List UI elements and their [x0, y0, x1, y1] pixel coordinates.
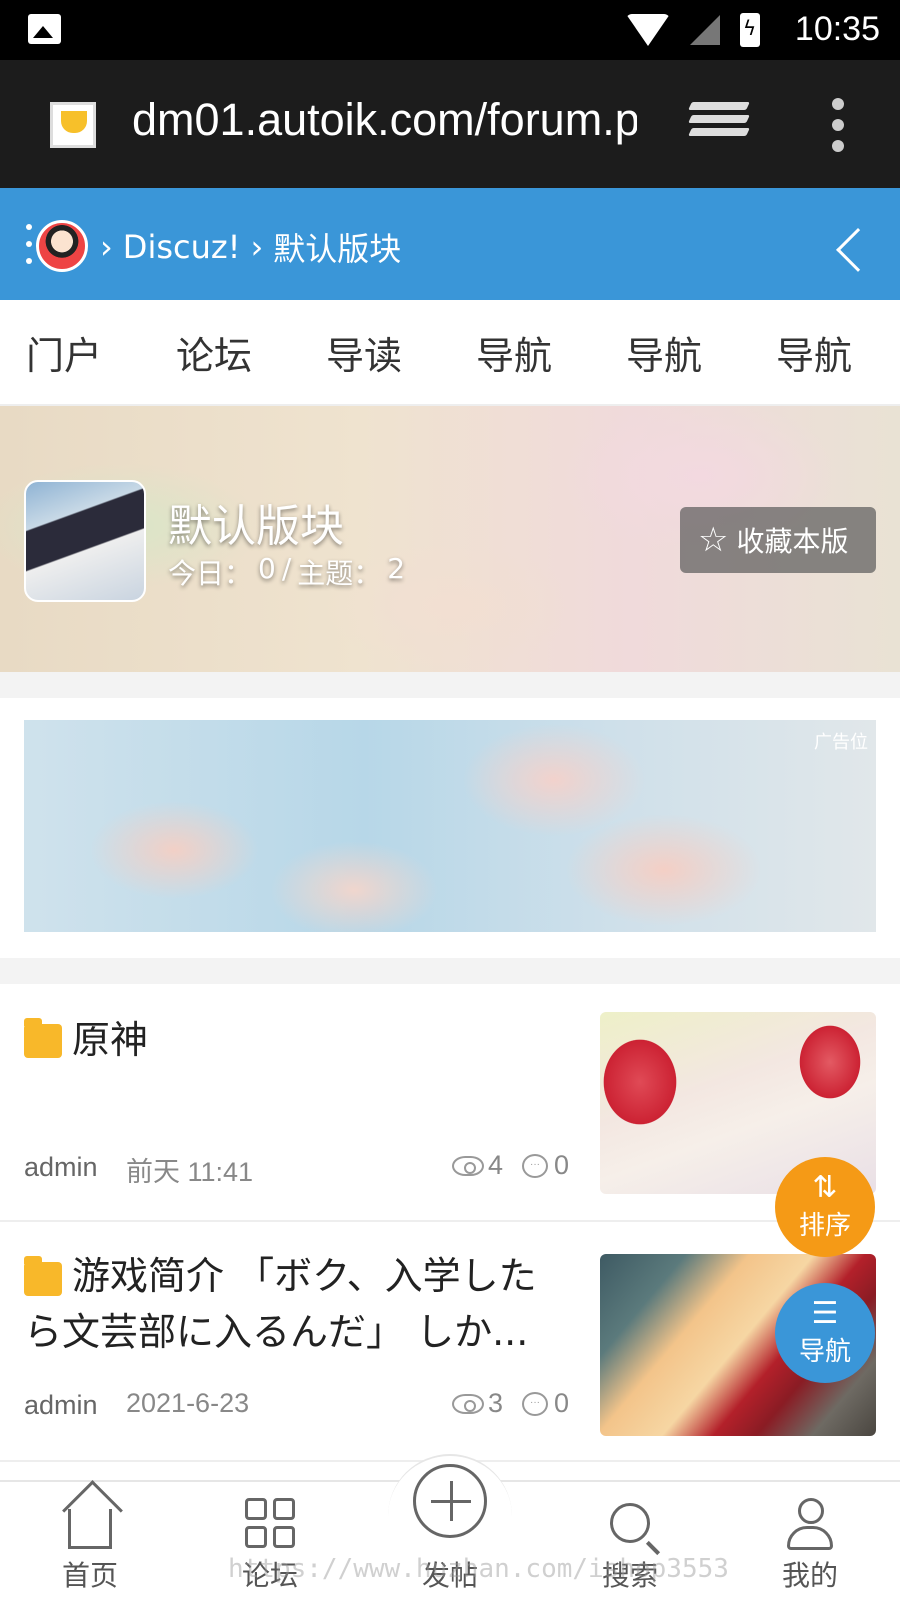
breadcrumb: › Discuz! › 默认版块 [100, 224, 401, 270]
url-field[interactable]: dm01.autoik.com/forum.php [132, 94, 637, 146]
stats-divider: / [281, 552, 292, 585]
today-value: 0 [258, 552, 276, 585]
tab-home-label: 首页 [61, 1559, 118, 1592]
favorite-label: 收藏本版 [736, 525, 849, 558]
threads-value: 2 [387, 552, 406, 585]
views-count: 4 [488, 1150, 504, 1180]
sort-arrows-icon: ⇅ [812, 1169, 838, 1205]
sort-label: 排序 [798, 1210, 851, 1241]
sort-button[interactable]: ⇅ 排序 [775, 1157, 875, 1257]
tab-forum[interactable]: 论坛 [150, 325, 300, 380]
breadcrumb-forum[interactable]: 默认版块 [273, 224, 401, 270]
nav-label: 导航 [798, 1336, 851, 1367]
tabs-icon[interactable] [688, 102, 750, 146]
home-icon [68, 1509, 112, 1549]
forum-header: › Discuz! › 默认版块 [0, 188, 900, 300]
overflow-menu-icon[interactable] [832, 98, 846, 152]
thread-views: 4 [452, 1150, 503, 1181]
thread-author[interactable]: admin [24, 1390, 98, 1421]
eye-icon [452, 1155, 484, 1176]
tab-mine[interactable]: 我的 [750, 1494, 870, 1594]
top-nav: 门户 论坛 导读 导航 导航 导航 [0, 300, 900, 406]
status-bar: 10:35 [0, 0, 900, 60]
thread-title[interactable]: 原神 [24, 1012, 572, 1068]
divider [0, 958, 900, 984]
thread-views: 3 [452, 1388, 503, 1419]
browser-toolbar: dm01.autoik.com/forum.php [0, 60, 900, 188]
table-row[interactable]: 原神 admin 前天 11:41 4 ··· 0 [0, 984, 900, 1222]
hamburger-icon: ☰ [811, 1295, 839, 1331]
thread-author[interactable]: admin [24, 1152, 98, 1183]
star-icon: ☆ [698, 520, 729, 560]
table-row[interactable]: 游戏简介 「ボク、入学したら文芸部に入るんだ」 しか... admin 2021… [0, 1222, 900, 1462]
thread-replies: ··· 0 [522, 1388, 569, 1419]
thread-replies: ··· 0 [522, 1150, 569, 1181]
replies-count: 0 [554, 1388, 570, 1418]
ad-banner[interactable]: 广告位 [24, 720, 876, 932]
thread-date: 前天 11:41 [126, 1157, 254, 1187]
tab-home[interactable]: 首页 [30, 1494, 150, 1594]
forum-icon [24, 480, 146, 602]
wifi-icon [626, 14, 670, 46]
tab-nav-3[interactable]: 导航 [750, 325, 900, 380]
thread-title[interactable]: 游戏简介 「ボク、入学したら文芸部に入るんだ」 しか... [24, 1248, 572, 1360]
breadcrumb-separator: › [250, 228, 264, 266]
tab-guide[interactable]: 导读 [300, 325, 450, 380]
watermark: https://www.huzhan.com/ishop3553 [228, 1554, 729, 1584]
comment-icon: ··· [522, 1391, 548, 1416]
site-favicon-icon [50, 102, 96, 148]
views-count: 3 [488, 1388, 504, 1418]
back-chevron-icon[interactable] [850, 224, 874, 264]
forum-stats: 今日： 0 / 主题： 2 [168, 552, 405, 592]
comment-icon: ··· [522, 1153, 548, 1178]
threads-label: 主题： [297, 557, 382, 590]
ad-label: 广告位 [814, 732, 868, 753]
user-icon [787, 1498, 833, 1550]
eye-icon [452, 1393, 484, 1414]
search-icon [610, 1503, 650, 1543]
breadcrumb-separator: › [100, 228, 113, 266]
forum-banner: 默认版块 今日： 0 / 主题： 2 ☆ 收藏本版 [0, 406, 900, 672]
tab-nav-1[interactable]: 导航 [450, 325, 600, 380]
favorite-forum-button[interactable]: ☆ 收藏本版 [680, 507, 876, 573]
replies-count: 0 [554, 1150, 570, 1180]
grid-icon [245, 1498, 295, 1548]
breadcrumb-site[interactable]: Discuz! [123, 228, 241, 266]
side-menu-icon[interactable] [26, 224, 32, 264]
tab-mine-label: 我的 [781, 1559, 838, 1592]
gallery-icon [28, 14, 61, 44]
tab-nav-2[interactable]: 导航 [600, 325, 750, 380]
status-time: 10:35 [794, 10, 880, 48]
today-label: 今日： [168, 557, 253, 590]
battery-charging-icon [740, 13, 760, 47]
forum-name: 默认版块 [168, 501, 344, 552]
avatar[interactable] [36, 220, 88, 272]
no-signal-icon [690, 15, 720, 45]
divider [0, 672, 900, 698]
thread-date: 2021-6-23 [126, 1388, 250, 1418]
tab-portal[interactable]: 门户 [0, 325, 150, 380]
nav-button[interactable]: ☰ 导航 [775, 1283, 875, 1383]
